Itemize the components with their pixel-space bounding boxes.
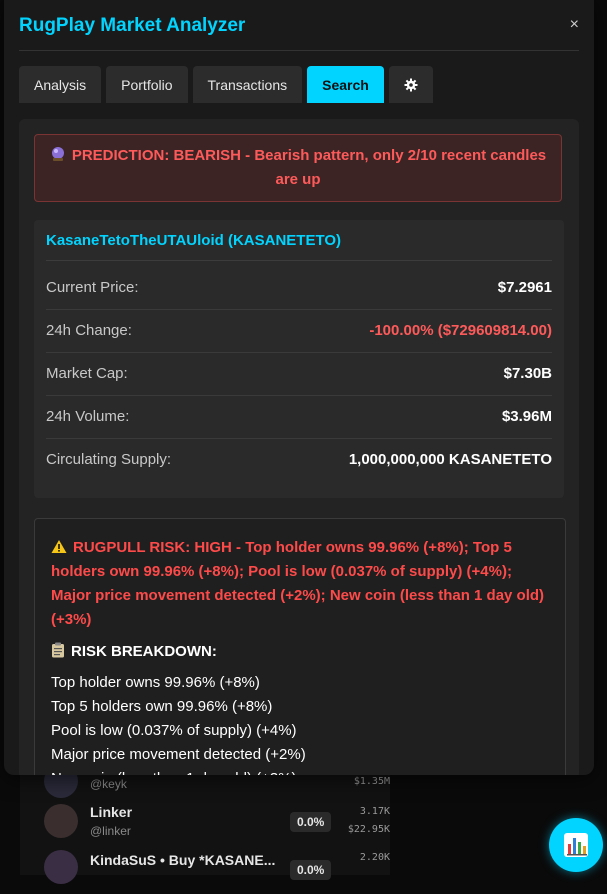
rugpull-risk-text: RUGPULL RISK: HIGH - Top holder owns 99.…	[51, 539, 545, 628]
crystal-ball-icon	[51, 147, 64, 161]
info-label: Market Cap:	[46, 365, 128, 382]
close-icon[interactable]: ×	[570, 16, 579, 34]
tab-portfolio[interactable]: Portfolio	[106, 66, 188, 103]
info-value: $7.30B	[503, 365, 552, 382]
market-analyzer-panel: RugPlay Market Analyzer × Analysis Portf…	[4, 0, 594, 775]
gear-icon	[404, 78, 418, 91]
info-row-24h-change: 24h Change: -100.00% ($729609814.00)	[46, 309, 552, 353]
holder-value: $22.95K	[347, 824, 390, 835]
avatar	[44, 804, 78, 838]
analyzer-toggle-button[interactable]	[549, 818, 603, 872]
list-item: Top 5 holders own 99.96% (+8%)	[51, 698, 273, 715]
bar-chart-icon	[564, 833, 588, 857]
risk-breakdown-title: RISK BREAKDOWN:	[71, 643, 217, 660]
list-item[interactable]: KindaSuS • Buy *KASANE... 0.0% 2.20K	[20, 850, 390, 894]
holder-name: Linker	[90, 804, 133, 820]
tab-transactions[interactable]: Transactions	[192, 66, 303, 103]
info-row-24h-volume: 24h Volume: $3.96M	[46, 395, 552, 439]
list-item: Major price movement detected (+2%)	[51, 746, 306, 763]
prediction-banner: PREDICTION: BEARISH - Bearish pattern, o…	[34, 134, 562, 202]
info-row-market-cap: Market Cap: $7.30B	[46, 352, 552, 396]
holder-amount: 2.20K	[359, 852, 390, 863]
info-label: Current Price:	[46, 279, 139, 296]
list-item[interactable]: Linker @linker 0.0% 3.17K $22.95K	[20, 802, 390, 846]
info-label: 24h Volume:	[46, 408, 130, 425]
rugpull-risk-card: RUGPULL RISK: HIGH - Top holder owns 99.…	[34, 518, 566, 775]
panel-title: RugPlay Market Analyzer	[19, 15, 246, 36]
info-value: -100.00% ($729609814.00)	[369, 322, 552, 339]
holder-value: $1.35M	[353, 776, 390, 787]
info-value: $7.2961	[497, 279, 552, 296]
risk-breakdown-list: Top holder owns 99.96% (+8%) Top 5 holde…	[51, 671, 306, 775]
holder-percent: 0.0%	[290, 812, 332, 832]
holder-handle: @keyk	[90, 777, 127, 791]
info-value: 1,000,000,000 KASANETETO	[348, 451, 552, 468]
info-value: $3.96M	[501, 408, 552, 425]
clipboard-icon	[52, 642, 64, 658]
tab-settings[interactable]	[388, 66, 433, 103]
prediction-text: PREDICTION: BEARISH - Bearish pattern, o…	[71, 147, 547, 188]
info-row-current-price: Current Price: $7.2961	[46, 266, 552, 310]
holder-amount: 3.17K	[359, 806, 390, 817]
tab-analysis[interactable]: Analysis	[19, 66, 102, 103]
avatar	[44, 850, 78, 884]
rugpull-risk-summary: RUGPULL RISK: HIGH - Top holder owns 99.…	[51, 536, 551, 632]
search-results-content[interactable]: PREDICTION: BEARISH - Bearish pattern, o…	[19, 119, 579, 775]
info-label: 24h Change:	[46, 322, 132, 339]
coin-info-card: KasaneTetoTheUTAUloid (KASANETETO) Curre…	[34, 220, 564, 498]
holder-handle: @linker	[90, 824, 131, 838]
holder-percent: 0.0%	[290, 860, 332, 880]
panel-header: RugPlay Market Analyzer ×	[19, 12, 579, 51]
warning-icon	[51, 540, 67, 553]
holder-name: KindaSuS • Buy *KASANE...	[90, 852, 276, 868]
info-row-circulating-supply: Circulating Supply: 1,000,000,000 KASANE…	[46, 438, 552, 481]
risk-breakdown-heading: RISK BREAKDOWN:	[51, 642, 217, 660]
coin-title: KasaneTetoTheUTAUloid (KASANETETO)	[46, 232, 552, 261]
list-item: New coin (less than 1 day old) (+3%)	[51, 767, 306, 775]
tab-bar: Analysis Portfolio Transactions Search	[19, 66, 433, 103]
list-item: Top holder owns 99.96% (+8%)	[51, 674, 260, 691]
list-item: Pool is low (0.037% of supply) (+4%)	[51, 722, 297, 739]
tab-search[interactable]: Search	[307, 66, 384, 103]
info-label: Circulating Supply:	[46, 451, 172, 468]
background-holder-list: @keyk $1.35M Linker @linker 0.0% 3.17K $…	[20, 760, 390, 884]
